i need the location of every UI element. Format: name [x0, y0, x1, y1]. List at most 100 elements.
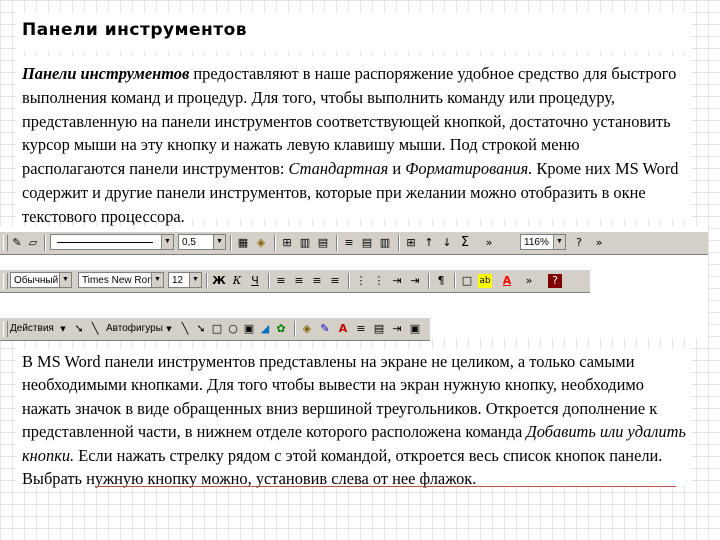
toolbar-options-icon[interactable]: » [522, 274, 536, 288]
insert-table-icon[interactable]: ⊞ [280, 236, 294, 250]
increase-indent-icon[interactable]: ⇥ [408, 274, 422, 288]
font-size-select[interactable]: 12 ▼ [168, 272, 202, 288]
divider-line [96, 486, 676, 487]
eraser-icon[interactable]: ▱ [26, 236, 40, 250]
autoshapes-menu-button[interactable]: Автофигуры [106, 322, 163, 336]
decrease-indent-icon[interactable]: ⇥ [390, 274, 404, 288]
paragraph-2: В MS Word панели инструментов представле… [16, 348, 692, 490]
toolbar-grip[interactable] [3, 321, 8, 337]
line-style-preview [57, 242, 153, 243]
toolbar-grip[interactable] [3, 235, 8, 251]
bold-button[interactable]: Ж [212, 274, 226, 288]
separator [398, 235, 400, 251]
align-center-icon[interactable]: ≡ [292, 274, 306, 288]
distribute-rows-icon[interactable]: ▤ [360, 236, 374, 250]
justify-icon[interactable]: ≡ [328, 274, 342, 288]
separator [268, 273, 270, 289]
sort-descending-icon[interactable]: ↓ [440, 236, 454, 250]
numbering-icon[interactable]: ⋮ [354, 274, 368, 288]
separator [454, 273, 456, 289]
zoom-select[interactable]: 116% ▼ [520, 234, 566, 250]
align-right-icon[interactable]: ≡ [310, 274, 324, 288]
align-left-icon[interactable]: ≡ [274, 274, 288, 288]
title-panel: Панели инструментов [16, 12, 692, 52]
autosum-icon[interactable]: Σ [458, 236, 472, 250]
zoom-value: 116% [524, 237, 549, 248]
show-formatting-icon[interactable]: ¶ [434, 274, 448, 288]
draw-menu-button[interactable]: Действия [10, 322, 54, 336]
outside-border-icon[interactable]: □ [460, 274, 474, 288]
arrow-style-icon[interactable]: ⇥ [390, 322, 404, 336]
chevron-down-icon[interactable]: ▼ [161, 235, 173, 249]
split-cells-icon[interactable]: ▤ [316, 236, 330, 250]
chevron-down-icon[interactable]: ▼ [189, 273, 201, 287]
toolbar-explanation: В MS Word панели инструментов представле… [16, 348, 692, 488]
chevron-down-icon[interactable]: ▼ [151, 273, 163, 287]
textbox-tool-icon[interactable]: ▣ [242, 322, 256, 336]
separator [206, 273, 208, 289]
distribute-columns-icon[interactable]: ▥ [378, 236, 392, 250]
chevron-down-icon[interactable]: ▼ [56, 322, 70, 336]
intro-paragraph: Панели инструментов предоставляют в наше… [16, 56, 692, 226]
line-style-select[interactable]: ▼ [50, 234, 174, 250]
separator [274, 235, 276, 251]
dash-style-icon[interactable]: ▤ [372, 322, 386, 336]
page-title: Панели инструментов [22, 20, 248, 40]
term-toolbars: Панели инструментов [22, 64, 190, 83]
oval-tool-icon[interactable]: ○ [226, 322, 240, 336]
align-top-icon[interactable]: ≡ [342, 236, 356, 250]
help-icon[interactable]: ? [572, 236, 586, 250]
underline-button[interactable]: Ч [248, 274, 262, 288]
separator [294, 321, 296, 337]
toolbar-grip[interactable] [3, 273, 8, 289]
select-objects-icon[interactable]: ➘ [72, 322, 86, 336]
formatting-toolbar: Обычный ▼ Times New Roman ▼ 12 ▼ Ж К Ч ≡… [0, 269, 590, 293]
separator [336, 235, 338, 251]
chevron-down-icon[interactable]: ▼ [59, 273, 71, 287]
line-tool-icon[interactable]: ╲ [178, 322, 192, 336]
font-color-icon[interactable]: A [500, 274, 514, 288]
fill-color-icon[interactable]: ◈ [254, 236, 268, 250]
chevron-down-icon[interactable]: ▼ [162, 322, 176, 336]
pencil-icon[interactable]: ✎ [10, 236, 24, 250]
borders-icon[interactable]: ▦ [236, 236, 250, 250]
line-color-icon[interactable]: ✎ [318, 322, 332, 336]
rectangle-tool-icon[interactable]: □ [210, 322, 224, 336]
app-close-icon[interactable]: ? [548, 274, 562, 288]
font-size-value: 12 [172, 275, 184, 286]
arrow-tool-icon[interactable]: ➘ [194, 322, 208, 336]
separator [44, 235, 46, 251]
separator [230, 235, 232, 251]
bullets-icon[interactable]: ⋮ [372, 274, 386, 288]
autoformat-icon[interactable]: ⊞ [404, 236, 418, 250]
term-standard: Стандартная [288, 159, 389, 179]
line-weight-select[interactable]: 0,5 ▼ [178, 234, 226, 250]
chevron-down-icon[interactable]: ▼ [553, 235, 565, 249]
tables-borders-toolbar: ✎ ▱ ▼ 0,5 ▼ ▦ ◈ ⊞ ▥ ▤ ≡ ▤ ▥ ⊞ ↑ ↓ Σ » [0, 231, 510, 255]
wordart-icon[interactable]: ◢ [258, 322, 272, 336]
sort-ascending-icon[interactable]: ↑ [422, 236, 436, 250]
drawing-toolbar: Действия ▼ ➘ ╲ Автофигуры ▼ ╲ ➘ □ ○ ▣ ◢ … [0, 317, 430, 341]
standard-toolbar-right: 116% ▼ ? » [510, 231, 708, 255]
separator [428, 273, 430, 289]
fill-color-icon[interactable]: ◈ [300, 322, 314, 336]
clipart-icon[interactable]: ✿ [274, 322, 288, 336]
italic-button[interactable]: К [230, 274, 244, 288]
term-formatting: Форматирования. [405, 159, 533, 179]
line-style-icon[interactable]: ≡ [354, 322, 368, 336]
style-value: Обычный [14, 275, 59, 286]
paragraph-1: Панели инструментов предоставляют в наше… [16, 56, 692, 229]
font-select[interactable]: Times New Roman ▼ [78, 272, 164, 288]
chevron-down-icon[interactable]: ▼ [213, 235, 225, 249]
merge-cells-icon[interactable]: ▥ [298, 236, 312, 250]
line-weight-value: 0,5 [182, 237, 196, 248]
separator [348, 273, 350, 289]
free-rotate-icon[interactable]: ╲ [88, 322, 102, 336]
shadow-icon[interactable]: ▣ [408, 322, 422, 336]
highlight-icon[interactable]: ab [478, 274, 492, 288]
toolbar-options-icon[interactable]: » [482, 236, 496, 250]
draw-font-color-icon[interactable]: A [336, 322, 350, 336]
toolbar-options-icon[interactable]: » [592, 236, 606, 250]
style-select[interactable]: Обычный ▼ [10, 272, 72, 288]
para2-text-b: Если нажать стрелку рядом с этой командо… [22, 445, 663, 489]
